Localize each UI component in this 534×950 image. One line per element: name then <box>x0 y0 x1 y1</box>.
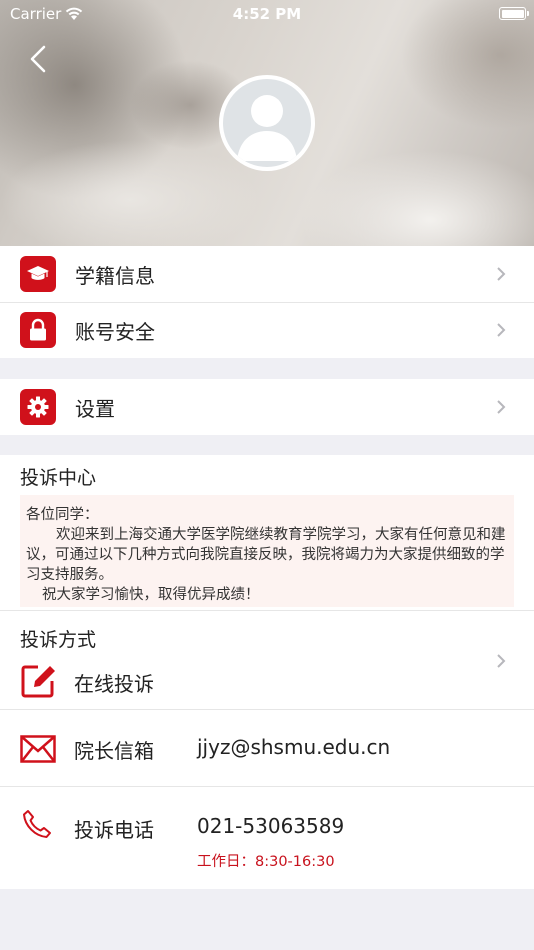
gear-icon <box>20 389 56 425</box>
complaint-center-title: 投诉中心 <box>20 467 97 489</box>
menu-item-label: 学籍信息 <box>75 263 155 288</box>
online-complaint-item[interactable]: 在线投诉 <box>0 654 534 709</box>
online-complaint-label: 在线投诉 <box>74 672 154 696</box>
working-hours: 工作日：8:30-16:30 <box>197 854 335 870</box>
edit-icon <box>21 665 55 698</box>
mailbox-label: 院长信箱 <box>74 739 154 763</box>
chevron-right-icon <box>497 267 506 281</box>
menu-item-settings[interactable]: 设置 <box>0 379 534 435</box>
phone-label: 投诉电话 <box>74 818 154 842</box>
menu-item-label: 设置 <box>75 396 115 421</box>
user-silhouette-icon <box>237 95 297 161</box>
notice-body: 欢迎来到上海交通大学医学院继续教育学院学习，大家有任何意见和建议，可通过以下几种… <box>26 527 506 583</box>
mailbox-email[interactable]: jjyz@shsmu.edu.cn <box>197 735 390 759</box>
notice-greeting: 各位同学： <box>26 507 99 523</box>
notice-closing: 祝大家学习愉快，取得优异成绩！ <box>42 587 260 603</box>
lock-icon <box>20 312 56 348</box>
status-bar: Carrier 4:52 PM <box>0 0 534 28</box>
battery-icon <box>499 7 529 20</box>
mail-icon <box>20 735 56 763</box>
status-time: 4:52 PM <box>232 5 302 23</box>
complaint-phone-item[interactable]: 投诉电话 021-53063589 工作日：8:30-16:30 <box>0 787 534 888</box>
complaint-center-section: 投诉中心 各位同学： 欢迎来到上海交通大学医学院继续教育学院学习，大家有任何意见… <box>0 455 534 889</box>
complaint-notice: 各位同学： 欢迎来到上海交通大学医学院继续教育学院学习，大家有任何意见和建议，可… <box>20 495 514 607</box>
menu-item-label: 账号安全 <box>75 319 155 344</box>
phone-icon <box>23 810 51 838</box>
menu-item-account-security[interactable]: 账号安全 <box>0 302 534 358</box>
account-menu-group: 学籍信息 账号安全 <box>0 246 534 358</box>
complaint-methods-title: 投诉方式 <box>20 629 97 651</box>
chevron-right-icon <box>497 400 506 414</box>
back-chevron-icon[interactable] <box>26 44 50 74</box>
graduation-cap-icon <box>20 256 56 292</box>
president-mailbox-item[interactable]: 院长信箱 jjyz@shsmu.edu.cn <box>0 710 534 786</box>
settings-group: 设置 <box>0 379 534 435</box>
menu-item-student-records[interactable]: 学籍信息 <box>0 246 534 302</box>
chevron-right-icon <box>497 323 506 337</box>
chevron-right-icon <box>497 654 506 668</box>
avatar[interactable] <box>219 75 315 171</box>
phone-number[interactable]: 021-53063589 <box>197 814 344 838</box>
